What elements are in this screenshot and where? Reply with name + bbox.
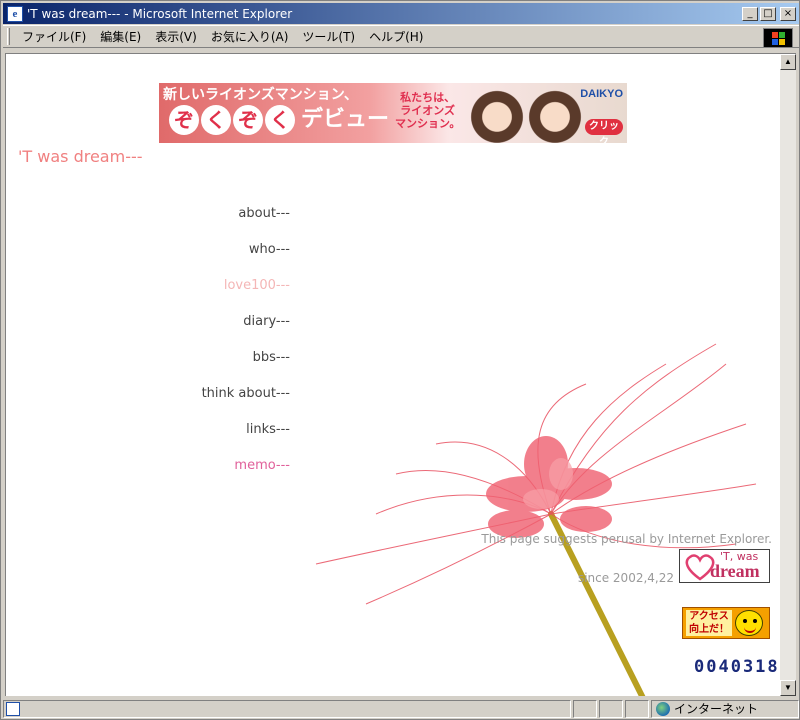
scroll-down-arrow-icon[interactable]: ▼ [780, 680, 796, 696]
security-zone-pane: インターネット [651, 699, 799, 718]
banner-tag-line: マンション。 [395, 117, 461, 130]
nav-link-bbs[interactable]: bbs--- [253, 350, 290, 365]
menu-favorites[interactable]: お気に入り(A) [205, 28, 297, 45]
browser-window: e 'T was dream--- - Microsoft Internet E… [0, 0, 800, 720]
banner-char: ぞ [233, 105, 263, 135]
title-bar[interactable]: e 'T was dream--- - Microsoft Internet E… [3, 3, 799, 24]
nav-link-diary[interactable]: diary--- [243, 314, 290, 329]
browser-recommendation: This page suggests perusal by Internet E… [481, 532, 772, 546]
access-up-badge[interactable]: アクセス 向上だ！ [682, 607, 770, 639]
toolbar-grip[interactable] [7, 28, 10, 45]
nav-link-about[interactable]: about--- [238, 206, 290, 221]
red-spider-lily-image [315, 343, 757, 696]
nav-link-links[interactable]: links--- [246, 422, 290, 437]
banner-model-photo [469, 85, 525, 143]
banner-slogan: ぞ く ぞ く デビュー [169, 105, 389, 135]
status-pane-lock [599, 699, 623, 718]
banner-char: く [265, 105, 295, 135]
windows-logo-throbber [763, 28, 793, 48]
menu-file[interactable]: ファイル(F) [16, 28, 94, 45]
banner-model-photo [527, 85, 583, 143]
nav-link-think-about[interactable]: think about--- [202, 386, 290, 401]
ie-logo-icon: e [7, 5, 23, 22]
banner-tag-line: 私たちは、 [400, 91, 456, 104]
banner-char: く [201, 105, 231, 135]
banner-char: ぞ [169, 105, 199, 135]
menu-tools[interactable]: ツール(T) [296, 28, 363, 45]
banner-headline: 新しいライオンズマンション、 [163, 87, 358, 103]
banner-brand: DAIKYO [580, 88, 623, 100]
site-title: 'T was dream--- [18, 147, 143, 166]
scroll-up-arrow-icon[interactable]: ▲ [780, 54, 796, 70]
banner-tag-line: ライオンズ [400, 104, 456, 117]
status-message-pane [3, 699, 571, 718]
status-bar: インターネット [3, 698, 799, 719]
status-pane-extra [625, 699, 649, 718]
globe-icon [656, 701, 670, 716]
window-title: 'T was dream--- - Microsoft Internet Exp… [27, 6, 293, 21]
page-icon [6, 701, 20, 716]
banner-click-button[interactable]: クリック [585, 119, 623, 143]
banner-tagline: 私たちは、 ライオンズ マンション。 [395, 91, 460, 130]
since-date: since 2002,4,22 [577, 571, 674, 585]
access-badge-text: アクセス 向上だ！ [686, 610, 732, 636]
nav-link-love100[interactable]: love100--- [224, 278, 290, 293]
status-pane-progress [573, 699, 597, 718]
page-viewport[interactable]: 新しいライオンズマンション、 ぞ く ぞ く デビュー 私たちは、 ライオンズ … [5, 53, 780, 696]
nav-link-who[interactable]: who--- [249, 242, 290, 257]
close-button[interactable]: × [780, 6, 796, 21]
vertical-scrollbar[interactable]: ▲ ▼ [780, 53, 796, 696]
access-counter: 0040318 [694, 657, 780, 677]
smiley-icon [735, 610, 763, 636]
ad-banner[interactable]: 新しいライオンズマンション、 ぞ く ぞ く デビュー 私たちは、 ライオンズ … [159, 83, 627, 143]
maximize-button[interactable]: □ [760, 6, 776, 21]
minimize-button[interactable]: _ [742, 6, 758, 21]
logo-big-text: dream [710, 561, 760, 581]
menu-help[interactable]: ヘルプ(H) [363, 28, 431, 45]
windows-flag-icon [772, 32, 786, 46]
menu-edit[interactable]: 編集(E) [94, 28, 149, 45]
security-zone-label: インターネット [674, 702, 759, 716]
nav-link-memo[interactable]: memo--- [234, 458, 290, 473]
menu-bar: ファイル(F) 編集(E) 表示(V) お気に入り(A) ツール(T) ヘルプ(… [3, 25, 799, 48]
menu-view[interactable]: 表示(V) [149, 28, 205, 45]
twas-dream-logo[interactable]: 'T, was dream [679, 549, 770, 583]
banner-debut: デビュー [301, 107, 390, 132]
